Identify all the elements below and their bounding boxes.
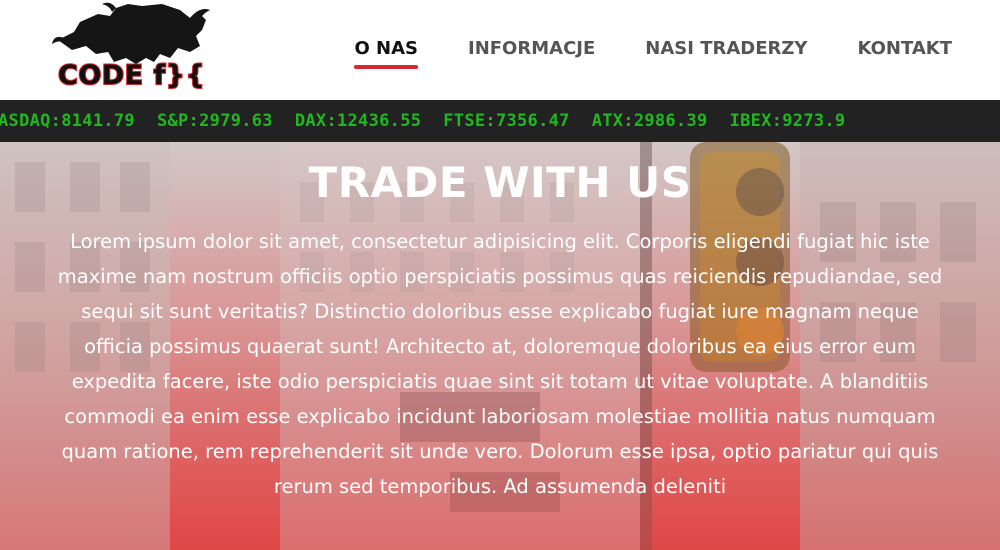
- main-nav: O NAS INFORMACJE NASI TRADERZY KONTAKT: [304, 38, 952, 69]
- ticker-item: IBEX:9273.9: [729, 111, 846, 131]
- ticker-item: FTSE:7356.47: [443, 111, 570, 131]
- brand-logo[interactable]: CODE f}{: [50, 0, 240, 100]
- nav-item-kontakt[interactable]: KONTAKT: [857, 38, 952, 59]
- ticker-item: ASDAQ:8141.79: [0, 111, 135, 131]
- ticker-item: ATX:2986.39: [591, 111, 708, 131]
- logo-text: CODE f}{: [57, 59, 206, 92]
- ticker-item: DAX:12436.55: [294, 111, 422, 131]
- nav-item-o-nas[interactable]: O NAS: [354, 38, 418, 69]
- stock-ticker: ASDAQ:8141.79 S&P:2979.63 DAX:12436.55 F…: [0, 100, 1000, 142]
- ticker-item: S&P:2979.63: [156, 111, 273, 131]
- ticker-track: ASDAQ:8141.79 S&P:2979.63 DAX:12436.55 F…: [0, 111, 867, 131]
- nav-item-nasi-traderzy[interactable]: NASI TRADERZY: [645, 38, 807, 59]
- hero-title: TRADE WITH US: [308, 158, 692, 207]
- hero-body-text: Lorem ipsum dolor sit amet, consectetur …: [57, 230, 943, 498]
- hero-section: TRADE WITH US Lorem ipsum dolor sit amet…: [0, 142, 1000, 550]
- site-header: CODE f}{ O NAS INFORMACJE NASI TRADERZY …: [0, 0, 1000, 100]
- nav-item-informacje[interactable]: INFORMACJE: [468, 38, 595, 59]
